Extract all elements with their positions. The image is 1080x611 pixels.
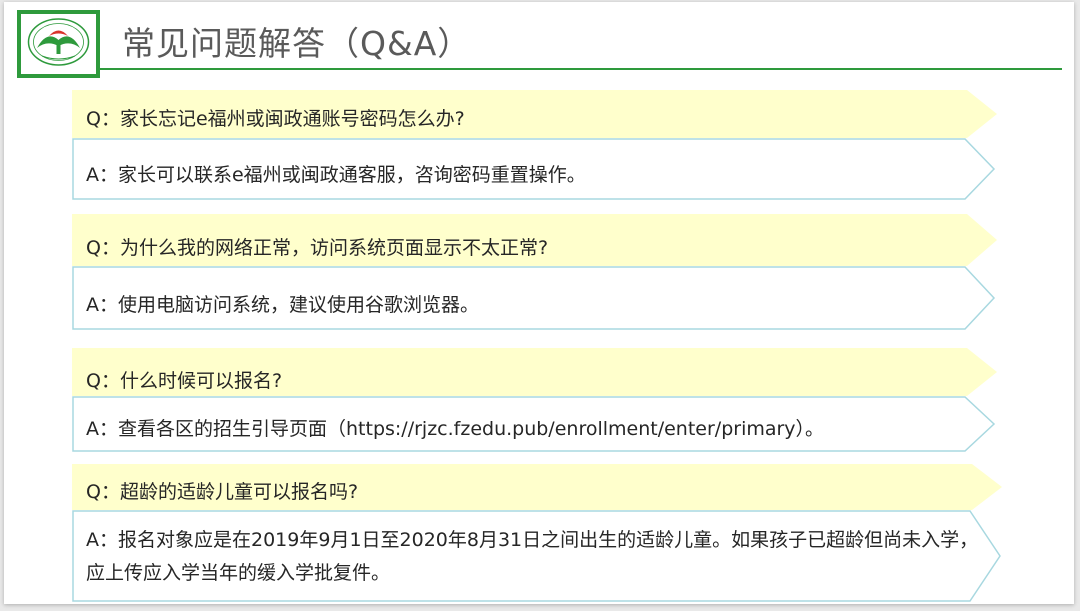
answer-text: A：家长可以联系e福州或闽政通客服，咨询密码重置操作。 (86, 164, 586, 186)
page-title: 常见问题解答（Q&A） (122, 24, 472, 63)
answer-text: A：报名对象应是在2019年9月1日至2020年8月31日之间出生的适龄儿童。如… (86, 529, 979, 584)
school-logo (17, 10, 100, 78)
question-text: Q：家长忘记e福州或闽政通账号密码怎么办? (86, 108, 465, 130)
question-text: Q：为什么我的网络正常，访问系统页面显示不太正常? (86, 237, 549, 259)
answer-text: A：使用电脑访问系统，建议使用谷歌浏览器。 (86, 294, 479, 316)
question-text: Q：什么时候可以报名? (86, 370, 283, 392)
title-divider (100, 68, 1062, 70)
question-text: Q：超龄的适龄儿童可以报名吗? (86, 481, 359, 503)
school-logo-icon (27, 18, 90, 66)
answer-text: A：查看各区的招生引导页面（https://rjzc.fzedu.pub/enr… (86, 418, 825, 440)
slide: 常见问题解答（Q&A） Q：家长忘记e福州或闽政通账号密码怎么办? A：家长可以… (4, 2, 1074, 604)
